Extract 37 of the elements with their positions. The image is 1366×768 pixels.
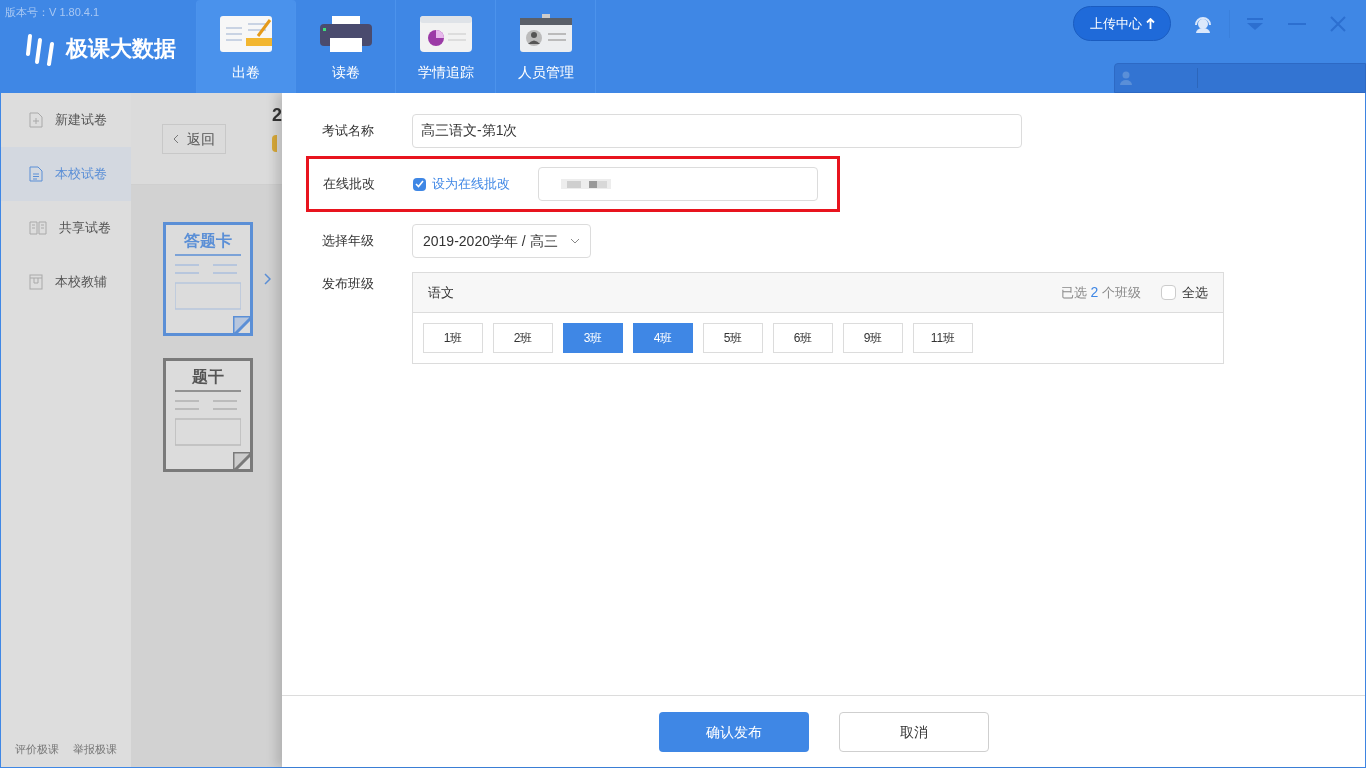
checkbox-label[interactable]: 全选 <box>1182 282 1208 303</box>
selected-count-text: 已选 2 个班级 <box>1060 283 1141 302</box>
sidebar-item[interactable]: 本校教辅 <box>1 255 131 309</box>
logo-text: 极课大数据 <box>66 35 176 63</box>
upload-center-button[interactable]: 上传中心 <box>1073 6 1171 41</box>
footer-link[interactable]: 举报极课 <box>73 740 117 757</box>
checkbox-label[interactable]: 设为在线批改 <box>432 174 510 194</box>
card-title: 答题卡 <box>184 231 232 251</box>
back-button[interactable]: 返回 <box>162 124 226 154</box>
subject-name: 语文 <box>428 283 455 302</box>
cancel-button[interactable]: 取消 <box>838 712 989 752</box>
grade-select[interactable]: 2019-2020学年 / 高三 <box>412 224 591 258</box>
heading-text: 2 <box>272 104 282 127</box>
sidebar-item[interactable]: 新建试卷 <box>1 93 131 147</box>
class-toggle[interactable]: 6班 <box>773 323 833 353</box>
class-toggle[interactable]: 4班 <box>633 323 693 353</box>
class-toggle[interactable]: 2班 <box>493 323 553 353</box>
nav-tab[interactable]: 出卷 <box>196 0 296 93</box>
field-label: 选择年级 <box>322 232 375 251</box>
footer-link[interactable]: 评价极课 <box>15 740 59 757</box>
field-label: 发布班级 <box>322 275 375 293</box>
class-toggle[interactable]: 9班 <box>843 323 903 353</box>
class-toggle[interactable]: 1班 <box>423 323 483 353</box>
sidebar-item[interactable]: 共享试卷 <box>1 201 131 255</box>
card-title: 题干 <box>192 367 224 387</box>
class-toggle[interactable]: 5班 <box>703 323 763 353</box>
nav-tab[interactable]: 读卷 <box>296 0 396 93</box>
confirm-publish-button[interactable]: 确认发布 <box>658 712 809 752</box>
class-toggle[interactable]: 11班 <box>913 323 973 353</box>
version-text: 版本号：V 1.80.4.1 <box>5 5 100 20</box>
exam-name-field[interactable]: 高三语文-第1次 <box>412 114 1022 148</box>
paper-card[interactable]: 题干 <box>163 358 253 472</box>
nav-tab[interactable]: 学情追踪 <box>396 0 496 93</box>
nav-tab[interactable]: 人员管理 <box>496 0 596 93</box>
field-label: 在线批改 <box>323 175 376 194</box>
class-toggle[interactable]: 3班 <box>563 323 623 353</box>
field-label: 考试名称 <box>322 122 375 141</box>
